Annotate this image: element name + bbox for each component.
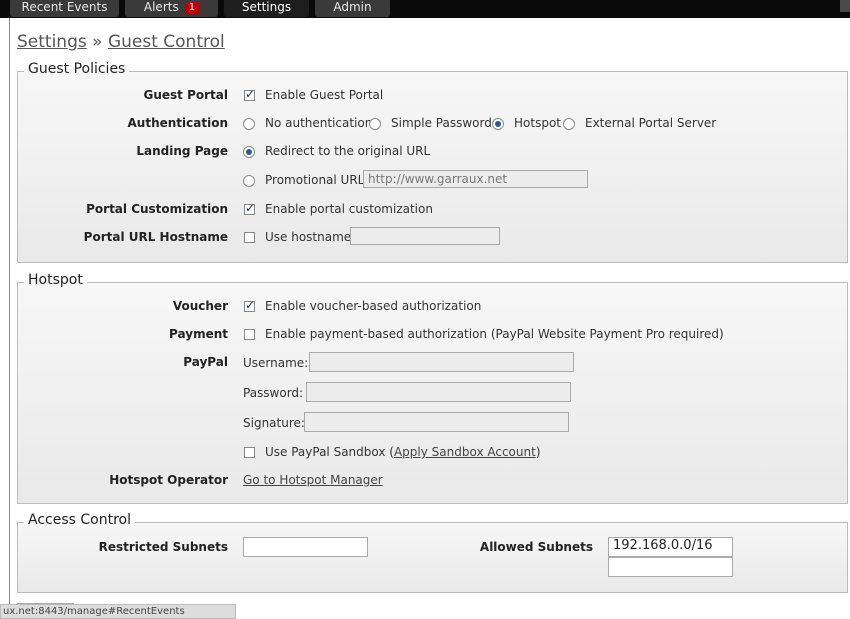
enable-guest-portal-checkbox[interactable] [244, 87, 255, 101]
tab-admin[interactable]: Admin [315, 0, 390, 17]
enable-payment-text: Enable payment-based authorization (PayP… [265, 327, 724, 341]
allowed-subnets-input-2[interactable] [608, 557, 733, 577]
paypal-password-label: Password: [243, 386, 304, 400]
no-authentication-text: No authentication [265, 116, 373, 130]
breadcrumb-guest-control-link[interactable]: Guest Control [108, 32, 225, 52]
simple-password-radio[interactable] [369, 118, 381, 130]
tab-alerts[interactable]: Alerts 1 [125, 0, 218, 17]
restricted-subnets-label: Restricted Subnets [98, 540, 228, 554]
enable-guest-portal-text: Enable Guest Portal [265, 88, 384, 102]
breadcrumb: Settings » Guest Control [17, 32, 225, 52]
tab-label: Alerts [143, 0, 179, 14]
tab-settings[interactable]: Settings [224, 0, 309, 17]
promotional-url-radio[interactable] [243, 175, 255, 187]
enable-portal-customization-text: Enable portal customization [265, 202, 433, 216]
paypal-username-label: Username: [243, 356, 309, 370]
section-legend: Guest Policies [24, 61, 130, 77]
hostname-input[interactable] [350, 227, 500, 245]
external-portal-server-radio[interactable] [563, 118, 575, 130]
hotspot-text: Hotspot [514, 116, 561, 130]
alerts-count-badge: 1 [184, 2, 200, 14]
paypal-sandbox-text: Use PayPal Sandbox (Apply Sandbox Accoun… [265, 445, 541, 459]
enable-voucher-text: Enable voucher-based authorization [265, 299, 482, 313]
promotional-url-input[interactable]: http://www.garraux.net [363, 170, 588, 188]
simple-password-text: Simple Password [391, 116, 492, 130]
tab-label: Settings [241, 0, 292, 14]
payment-label: Payment [169, 327, 228, 341]
enable-portal-customization-checkbox[interactable] [244, 201, 255, 215]
section-legend: Access Control [24, 512, 135, 528]
paypal-password-input[interactable] [306, 382, 571, 402]
restricted-subnets-input[interactable] [243, 537, 368, 557]
voucher-label: Voucher [172, 299, 228, 313]
no-authentication-radio[interactable] [243, 118, 255, 130]
paypal-username-input[interactable] [309, 352, 574, 372]
hotspot-operator-label: Hotspot Operator [109, 473, 228, 487]
top-nav-bar: Recent Events Alerts 1 Settings Admin [0, 0, 850, 18]
go-to-hotspot-manager-link[interactable]: Go to Hotspot Manager [243, 473, 383, 487]
guest-portal-label: Guest Portal [143, 88, 229, 102]
tab-label: Admin [333, 0, 372, 14]
redirect-original-url-radio[interactable] [243, 146, 255, 158]
sandbox-prefix: Use PayPal Sandbox ( [265, 445, 394, 459]
landing-page-label: Landing Page [136, 144, 228, 158]
allowed-subnets-input-1[interactable]: 192.168.0.0/16 [608, 537, 733, 557]
paypal-signature-input[interactable] [304, 412, 569, 432]
paypal-sandbox-checkbox[interactable] [244, 447, 255, 458]
enable-payment-checkbox[interactable] [244, 329, 255, 340]
hotspot-radio[interactable] [492, 118, 504, 130]
sandbox-suffix: ) [535, 445, 541, 459]
nav-edge-decoration [840, 0, 850, 12]
allowed-subnets-label: Allowed Subnets [479, 540, 593, 554]
section-legend: Hotspot [24, 272, 87, 288]
apply-sandbox-account-link[interactable]: Apply Sandbox Account [394, 445, 536, 459]
tab-label: Recent Events [21, 0, 108, 14]
use-hostname-checkbox[interactable] [244, 232, 255, 243]
portal-url-hostname-label: Portal URL Hostname [83, 230, 228, 244]
redirect-original-url-text: Redirect to the original URL [265, 144, 431, 158]
enable-voucher-checkbox[interactable] [244, 298, 255, 312]
use-hostname-text: Use hostname [265, 230, 352, 244]
authentication-label: Authentication [127, 116, 229, 130]
tab-recent-events[interactable]: Recent Events [10, 0, 119, 17]
promotional-url-text: Promotional URL [265, 173, 365, 187]
breadcrumb-settings-link[interactable]: Settings [17, 32, 87, 52]
portal-customization-label: Portal Customization [86, 202, 228, 216]
breadcrumb-separator: » [92, 32, 103, 52]
paypal-signature-label: Signature: [243, 416, 305, 430]
paypal-label: PayPal [183, 355, 228, 369]
external-portal-server-text: External Portal Server [585, 116, 717, 130]
